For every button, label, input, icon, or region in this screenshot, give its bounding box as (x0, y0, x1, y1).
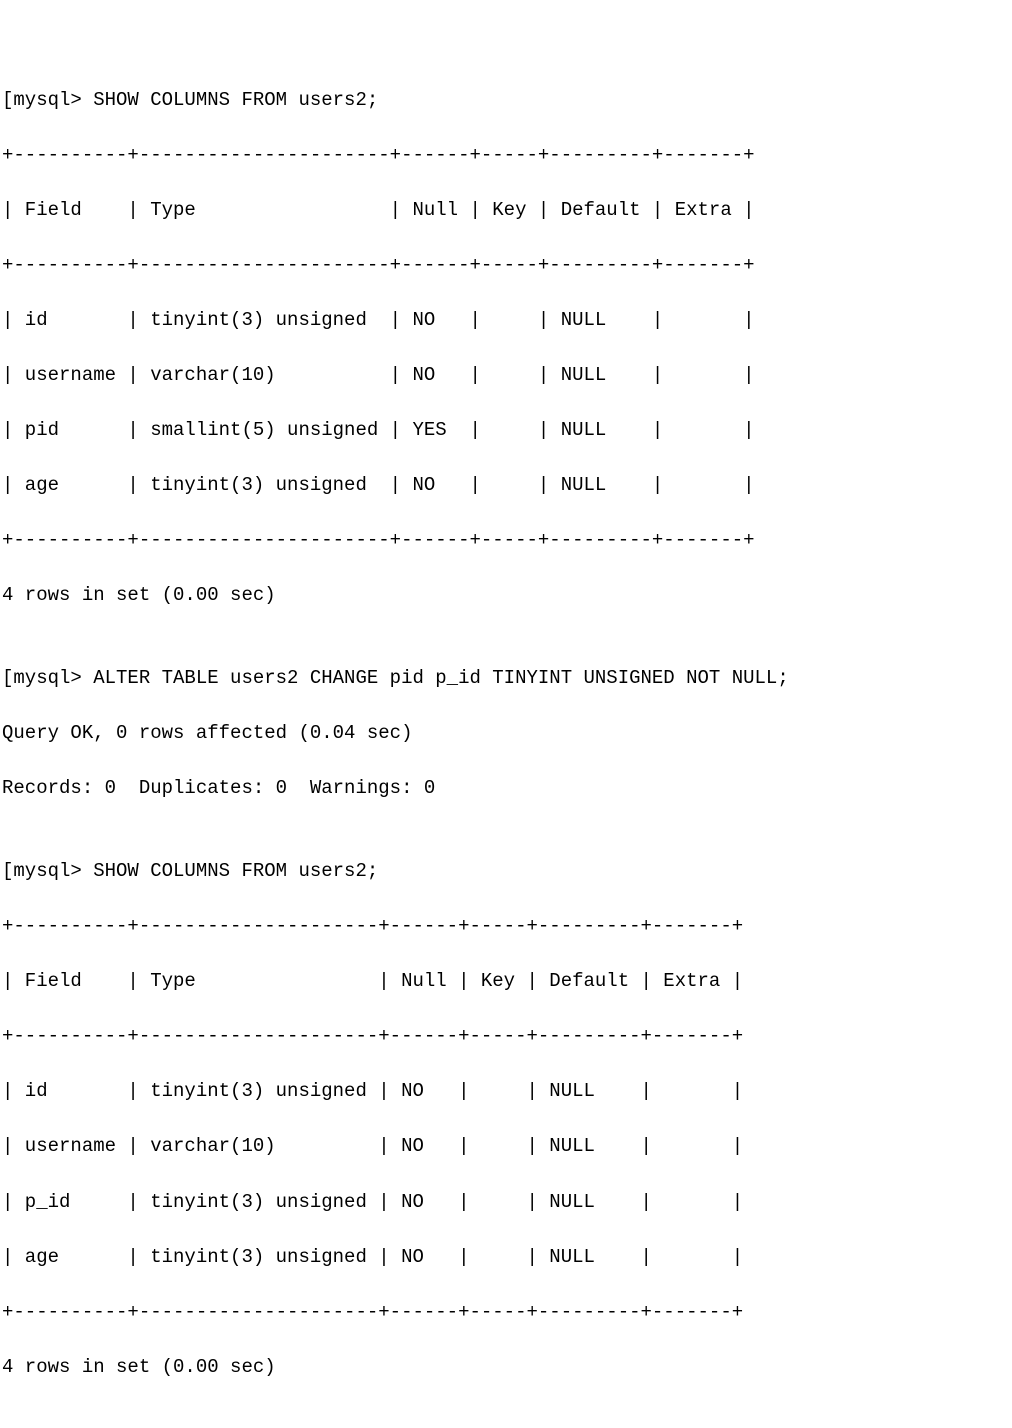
sql-command-2: ALTER TABLE users2 CHANGE pid p_id TINYI… (93, 667, 789, 689)
prompt-line-1: [mysql> SHOW COLUMNS FROM users2; (2, 87, 1010, 115)
prompt-line-2: [mysql> ALTER TABLE users2 CHANGE pid p_… (2, 665, 1010, 693)
table1-row: | age | tinyint(3) unsigned | NO | | NUL… (2, 472, 1010, 500)
table1-row: | pid | smallint(5) unsigned | YES | | N… (2, 417, 1010, 445)
sql-command-1: SHOW COLUMNS FROM users2; (93, 89, 378, 111)
table2-row: | username | varchar(10) | NO | | NULL |… (2, 1133, 1010, 1161)
table1-top-border: +----------+----------------------+-----… (2, 142, 1010, 170)
table2-row: | age | tinyint(3) unsigned | NO | | NUL… (2, 1244, 1010, 1272)
table2-row: | p_id | tinyint(3) unsigned | NO | | NU… (2, 1189, 1010, 1217)
table2-top-border: +----------+---------------------+------… (2, 913, 1010, 941)
records-line: Records: 0 Duplicates: 0 Warnings: 0 (2, 775, 1010, 803)
table2-footer: 4 rows in set (0.00 sec) (2, 1354, 1010, 1382)
sql-command-3: SHOW COLUMNS FROM users2; (93, 860, 378, 882)
table2-header: | Field | Type | Null | Key | Default | … (2, 968, 1010, 996)
mysql-prompt: [mysql> (2, 860, 93, 882)
mysql-prompt: [mysql> (2, 667, 93, 689)
table1-bottom-border: +----------+----------------------+-----… (2, 527, 1010, 555)
table2-row: | id | tinyint(3) unsigned | NO | | NULL… (2, 1078, 1010, 1106)
mysql-prompt: [mysql> (2, 89, 93, 111)
table1-header-sep: +----------+----------------------+-----… (2, 252, 1010, 280)
table2-header-sep: +----------+---------------------+------… (2, 1023, 1010, 1051)
table2-bottom-border: +----------+---------------------+------… (2, 1299, 1010, 1327)
table1-row: | id | tinyint(3) unsigned | NO | | NULL… (2, 307, 1010, 335)
table1-footer: 4 rows in set (0.00 sec) (2, 582, 1010, 610)
table1-row: | username | varchar(10) | NO | | NULL |… (2, 362, 1010, 390)
table1-header: | Field | Type | Null | Key | Default | … (2, 197, 1010, 225)
prompt-line-3: [mysql> SHOW COLUMNS FROM users2; (2, 858, 1010, 886)
query-ok-line: Query OK, 0 rows affected (0.04 sec) (2, 720, 1010, 748)
